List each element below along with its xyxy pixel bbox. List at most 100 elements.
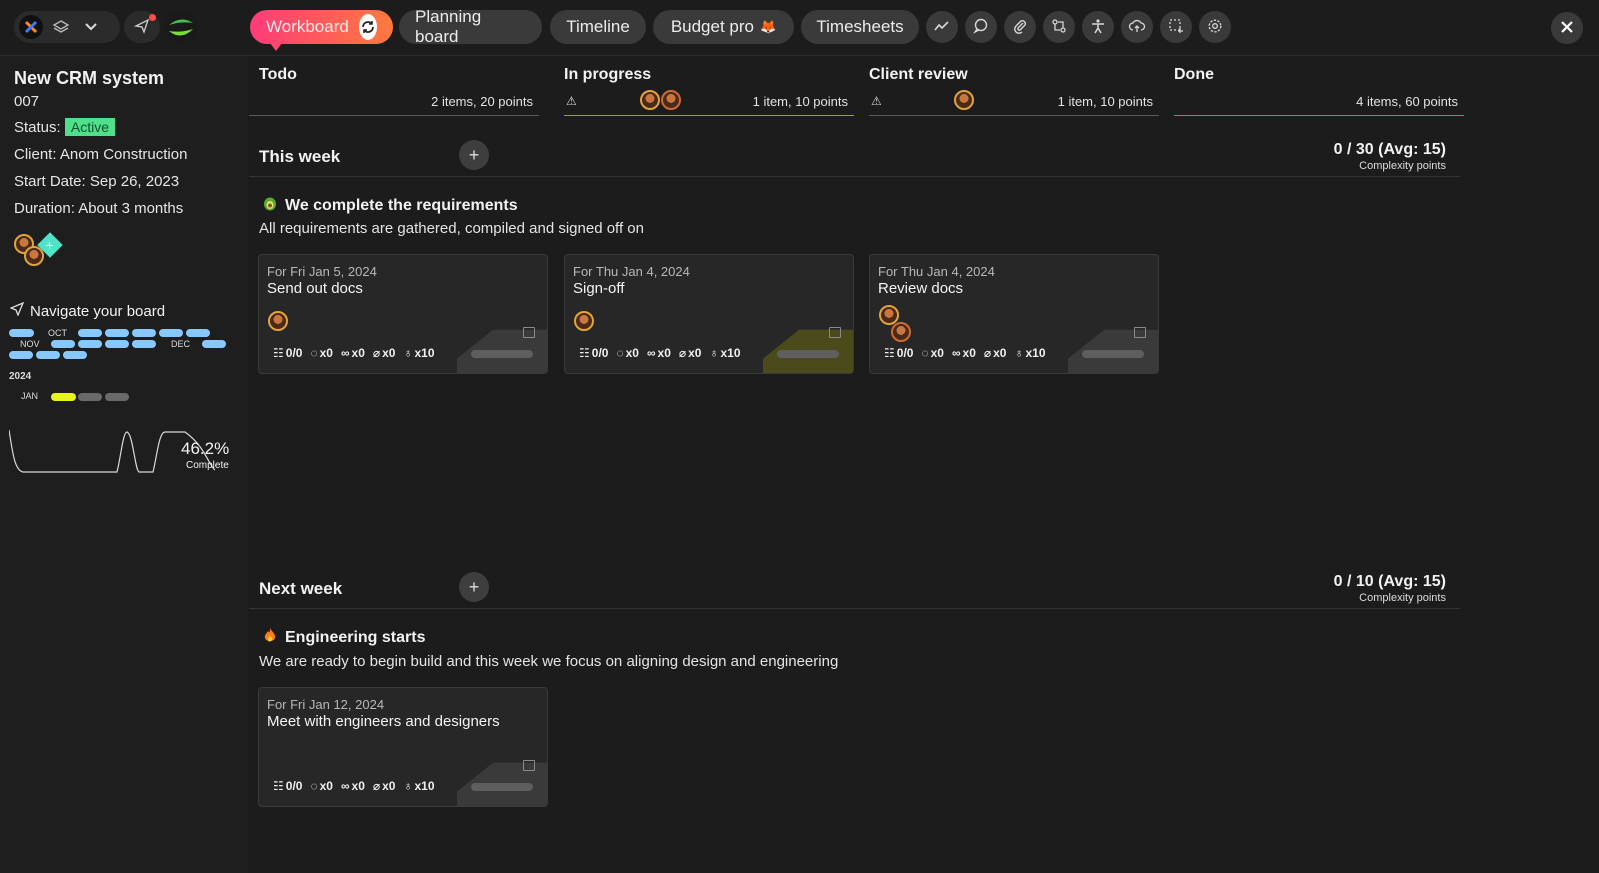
project-sidebar: New CRM system 007 Status: Active Client… [0,56,248,873]
avatar[interactable] [640,90,660,110]
week-bar[interactable] [9,329,34,337]
week-bar[interactable] [36,351,60,359]
status-badge[interactable]: Active [64,118,115,136]
attachments-button[interactable] [1004,11,1036,43]
compare-button[interactable] [1043,11,1075,43]
accessibility-button[interactable] [1082,11,1114,43]
column-meta: 4 items, 60 points [1174,94,1464,116]
month-label-oct: OCT [48,328,67,338]
week-bar[interactable] [186,329,210,337]
comments-stat: ◌ x0 [616,346,639,360]
medal-icon: ♁ [1014,346,1024,360]
goal-description: We are ready to begin build and this wee… [259,653,839,670]
month-label-dec: DEC [171,339,191,349]
card-title: Send out docs [267,280,363,297]
project-client: Client: Anom Construction [14,146,188,163]
tab-timesheets[interactable]: Timesheets [801,10,919,44]
month-label-nov: NOV [20,339,40,349]
section-points-label: Complexity points [1359,160,1446,172]
column-client-review: Client review [869,66,1159,84]
week-bar[interactable] [132,329,156,337]
tab-timeline[interactable]: Timeline [550,10,646,44]
column-count: 4 items, 60 points [1356,94,1458,109]
year-label: 2024 [9,371,32,382]
fox-icon: 🦊 [760,19,777,34]
week-bar[interactable] [63,351,87,359]
trend-button[interactable] [926,11,958,43]
link-icon: ∞ [951,346,961,360]
card-expand-icon[interactable] [523,327,535,338]
column-title: Client review [869,66,968,83]
checklist-icon: ☷ [579,346,590,360]
goal-title: We complete the requirements [263,195,518,216]
upload-button[interactable] [1121,11,1153,43]
task-card[interactable]: For Fri Jan 12, 2024 Meet with engineers… [258,687,548,807]
selection-icon [1168,18,1184,37]
select-area-button[interactable] [1160,11,1192,43]
project-code: 007 [14,93,40,110]
app-logo-icon[interactable] [16,12,46,42]
week-bar[interactable] [105,393,129,401]
warning-icon[interactable]: ⚠ [871,94,882,108]
add-card-button[interactable]: + [459,572,489,602]
percent-complete-label: Complete [186,460,229,471]
team-avatars[interactable]: + [14,232,64,268]
avatar[interactable] [954,90,974,110]
section-points: 0 / 10 (Avg: 15) [1333,573,1446,590]
card-expand-icon[interactable] [523,760,535,771]
navigate-board-link[interactable]: Navigate your board [9,301,165,320]
settings-button[interactable] [1199,11,1231,43]
week-bar[interactable] [202,340,226,348]
month-label-jan: JAN [21,391,39,401]
points-stat: ♁ x10 [709,346,741,360]
medal-icon: ♁ [709,346,719,360]
section-title: Next week [259,579,343,598]
week-bar[interactable] [78,329,102,337]
tab-budget-pro[interactable]: Budget pro 🦊 [653,10,794,44]
checklist-icon: ☷ [273,346,284,360]
week-bar[interactable] [78,340,102,348]
avatar[interactable] [661,90,681,110]
workspace-logo[interactable] [165,11,197,43]
card-decoration [1068,313,1158,373]
card-stats: ☷ 0/0 ◌ x0 ∞ x0 ⌀ x0 ♁ x10 [273,779,435,793]
notifications-button[interactable] [124,11,160,43]
week-bar[interactable] [105,329,129,337]
warning-icon[interactable]: ⚠ [566,94,577,108]
active-tab-pointer [270,43,282,51]
tab-workboard[interactable]: Workboard [250,10,393,51]
card-progress-bar [1082,350,1144,358]
project-status: Status: Active [14,118,115,136]
task-card[interactable]: For Thu Jan 4, 2024 Sign-off ☷ 0/0 ◌ x0 ∞ x… [564,254,854,374]
card-expand-icon[interactable] [829,327,841,338]
avatar[interactable] [268,311,288,331]
attachment-icon: ⌀ [983,346,992,360]
task-card[interactable]: For Thu Jan 4, 2024 Review docs ☷ 0/0 ◌ x0… [869,254,1159,374]
layers-icon[interactable] [46,12,76,42]
week-bar[interactable] [132,340,156,348]
avatar[interactable] [574,311,594,331]
week-bar[interactable] [9,351,33,359]
links-stat: ∞ x0 [646,346,671,360]
comment-icon: ◌ [616,346,624,360]
link-icon: ∞ [646,346,656,360]
card-progress-bar [777,350,839,358]
section-points: 0 / 30 (Avg: 15) [1333,141,1446,158]
tab-planning-board[interactable]: Planning board [399,7,542,46]
task-card[interactable]: For Fri Jan 5, 2024 Send out docs ☷ 0/0 ◌… [258,254,548,374]
week-bar[interactable] [159,329,183,337]
week-bar[interactable] [78,393,102,401]
sync-icon[interactable] [358,14,377,40]
plus-icon: + [468,576,480,597]
comments-button[interactable] [965,11,997,43]
week-bar[interactable] [51,340,75,348]
checklist-icon: ☷ [273,779,284,793]
add-card-button[interactable]: + [459,140,489,170]
avatar[interactable] [891,322,911,342]
week-bar[interactable] [105,340,129,348]
current-week-bar[interactable] [51,393,76,401]
card-expand-icon[interactable] [1134,327,1146,338]
close-button[interactable] [1551,12,1583,44]
chevron-down-icon[interactable] [76,12,106,42]
attachments-stat: ⌀ x0 [678,346,702,360]
